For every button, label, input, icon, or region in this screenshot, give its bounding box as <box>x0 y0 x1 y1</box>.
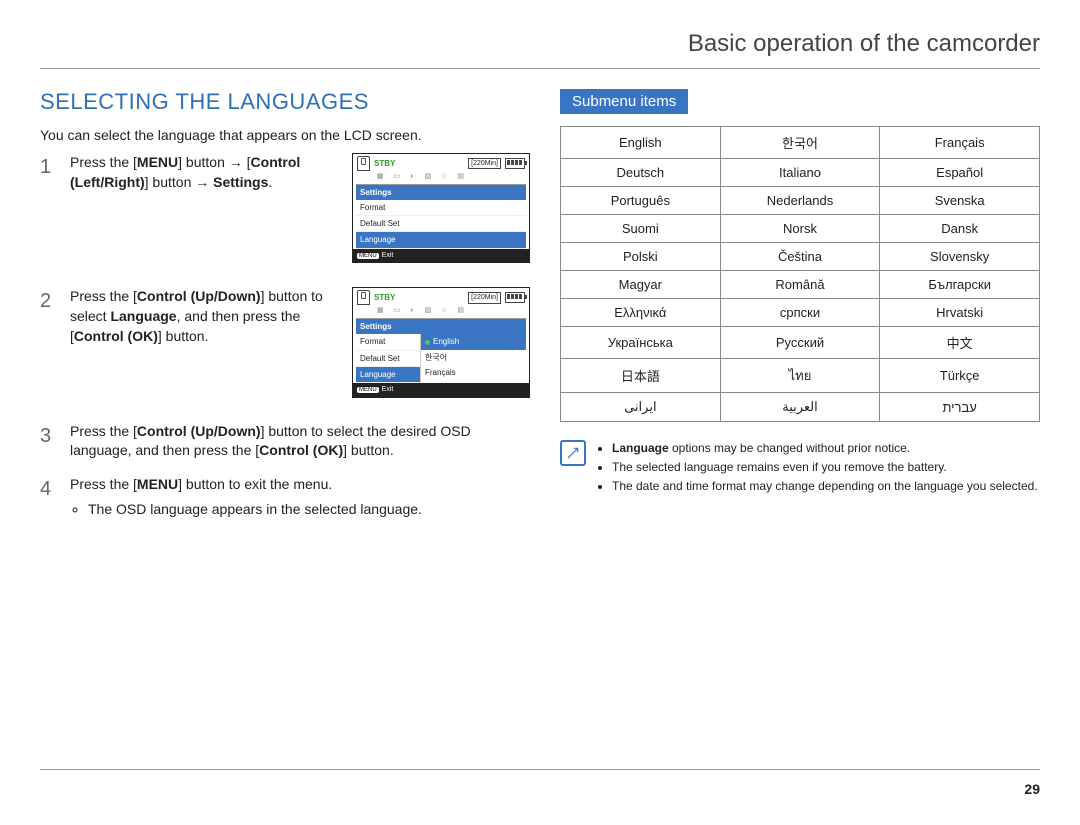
remaining-time: [220Min] <box>468 158 501 170</box>
language-cell: Русский <box>720 327 880 359</box>
battery-icon <box>505 158 525 169</box>
icon-placeholder: ▧ <box>424 172 431 182</box>
lcd-menu-item-selected: Language <box>356 367 420 383</box>
lcd-menu-item-selected: Language <box>356 232 526 248</box>
chapter-title: Basic operation of the camcorder <box>40 30 1040 69</box>
icon-placeholder: ▧ <box>424 306 431 316</box>
exit-label: Exit <box>382 252 394 259</box>
language-cell: ایرانی <box>561 393 721 422</box>
step-1-text: Press the [MENU] button → [Control (Left… <box>70 153 340 273</box>
lcd-screenshot-2: STBY [220Min] ▦ ▭ ◐ ▧ ☆ ▤ <box>352 287 530 397</box>
step-number-4: 4 <box>40 475 58 520</box>
language-cell: 한국어 <box>720 127 880 159</box>
lcd-sub-item: 한국어 <box>421 350 526 365</box>
note-item: Language options may be changed without … <box>612 440 1038 457</box>
icon-placeholder: ▭ <box>394 172 401 182</box>
lcd-sub-item-selected: English <box>421 334 526 349</box>
sd-card-icon <box>357 156 370 171</box>
language-cell: Hrvatski <box>880 299 1040 327</box>
icon-placeholder: ☆ <box>441 306 447 316</box>
note-icon <box>560 440 586 466</box>
step-3-text: Press the [Control (Up/Down)] button to … <box>70 422 530 461</box>
section-title: SELECTING THE LANGUAGES <box>40 89 530 115</box>
step-number-2: 2 <box>40 287 58 407</box>
language-cell: Română <box>720 271 880 299</box>
icon-placeholder: ▤ <box>457 306 464 316</box>
intro-text: You can select the language that appears… <box>40 127 530 143</box>
icon-placeholder: ▦ <box>377 306 384 316</box>
lcd-menu-heading: Settings <box>356 319 526 334</box>
icon-placeholder: ▭ <box>394 306 401 316</box>
language-cell: Norsk <box>720 215 880 243</box>
language-cell: 中文 <box>880 327 1040 359</box>
language-cell: Українська <box>561 327 721 359</box>
step-4-text: Press the [MENU] button to exit the menu… <box>70 475 530 520</box>
step-4-bullet: The OSD language appears in the selected… <box>88 500 530 520</box>
language-cell: Deutsch <box>561 159 721 187</box>
lcd-menu-heading: Settings <box>356 185 526 200</box>
language-cell: Slovensky <box>880 243 1040 271</box>
status-stby: STBY <box>374 292 395 303</box>
language-cell: 日本語 <box>561 359 721 393</box>
language-cell: עברית <box>880 393 1040 422</box>
lcd-menu-item: Default Set <box>356 351 420 367</box>
submenu-badge: Submenu items <box>560 89 688 114</box>
language-cell: Español <box>880 159 1040 187</box>
language-cell: English <box>561 127 721 159</box>
status-stby: STBY <box>374 158 395 169</box>
lcd-sub-item: Français <box>421 365 526 380</box>
lcd-screenshot-1: STBY [220Min] ▦ ▭ ◐ ▧ ☆ ▤ <box>352 153 530 263</box>
language-cell: Nederlands <box>720 187 880 215</box>
sd-card-icon <box>357 290 370 305</box>
step-number-1: 1 <box>40 153 58 273</box>
icon-placeholder: ▤ <box>457 172 464 182</box>
language-cell: Čeština <box>720 243 880 271</box>
language-cell: Polski <box>561 243 721 271</box>
battery-icon <box>505 292 525 303</box>
lcd-menu-item: Format <box>356 200 526 216</box>
lcd-menu-item: Format <box>356 334 420 350</box>
note-item: The date and time format may change depe… <box>612 478 1038 495</box>
language-cell: Italiano <box>720 159 880 187</box>
language-cell: Dansk <box>880 215 1040 243</box>
menu-button-label: MENU <box>357 253 379 259</box>
note-list: Language options may be changed without … <box>596 440 1038 496</box>
icon-placeholder: ☆ <box>441 172 447 182</box>
lcd-menu-item: Default Set <box>356 216 526 232</box>
icon-placeholder: ◐ <box>410 172 414 182</box>
icon-placeholder: ▦ <box>377 172 384 182</box>
step-number-3: 3 <box>40 422 58 461</box>
icon-placeholder: ◐ <box>410 306 414 316</box>
exit-label: Exit <box>382 386 394 393</box>
step-2-text: Press the [Control (Up/Down)] button to … <box>70 287 340 407</box>
language-cell: Türkçe <box>880 359 1040 393</box>
language-cell: Magyar <box>561 271 721 299</box>
remaining-time: [220Min] <box>468 292 501 304</box>
language-cell: العربية <box>720 393 880 422</box>
language-table: English한국어Français DeutschItalianoEspañol… <box>560 126 1040 422</box>
language-cell: Svenska <box>880 187 1040 215</box>
language-cell: Português <box>561 187 721 215</box>
menu-button-label: MENU <box>357 387 379 393</box>
language-cell: Ελληνικά <box>561 299 721 327</box>
language-cell: ไทย <box>720 359 880 393</box>
language-cell: Suomi <box>561 215 721 243</box>
language-cell: српски <box>720 299 880 327</box>
page-number: 29 <box>1024 781 1040 797</box>
selected-dot-icon <box>425 340 430 345</box>
language-cell: Français <box>880 127 1040 159</box>
language-cell: Български <box>880 271 1040 299</box>
note-item: The selected language remains even if yo… <box>612 459 1038 476</box>
